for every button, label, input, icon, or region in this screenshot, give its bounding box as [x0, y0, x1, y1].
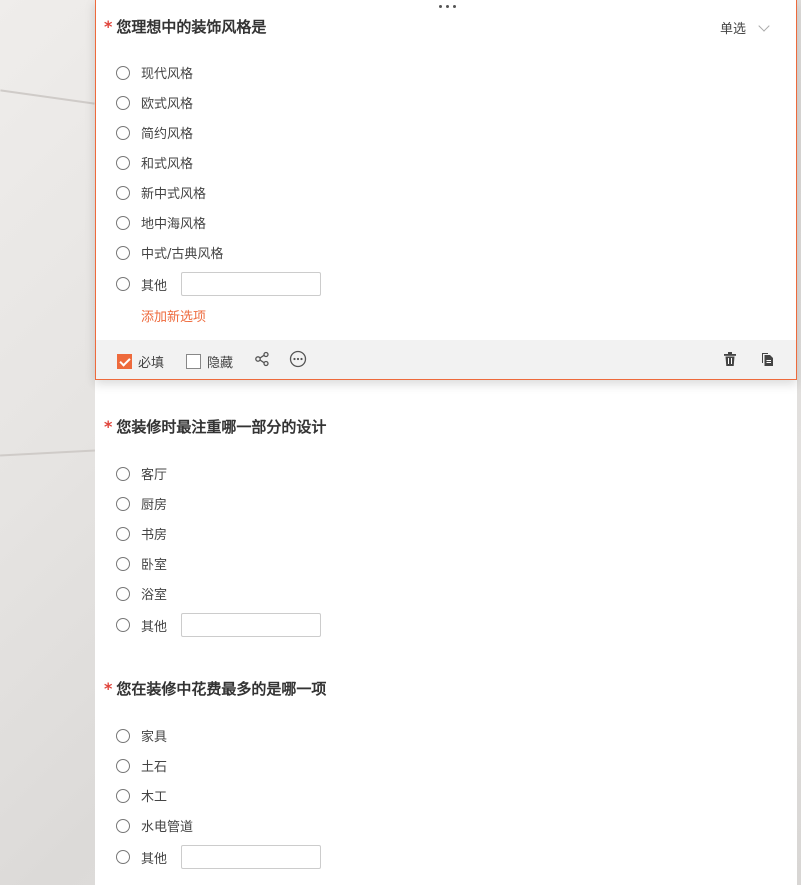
option-label: 其他	[141, 278, 168, 294]
option-label: 书房	[141, 528, 168, 543]
option-label: 卧室	[141, 558, 168, 573]
question-title: * 您在装修中花费最多的是哪一项	[104, 678, 326, 699]
option-item[interactable]: 和式风格	[116, 153, 193, 172]
background-texture	[0, 89, 95, 105]
hidden-label: 隐藏	[207, 356, 234, 371]
radio-button[interactable]	[116, 215, 130, 230]
question-title-text: 您装修时最注重哪一部分的设计	[116, 418, 327, 436]
option-label: 木工	[141, 790, 168, 805]
radio-button[interactable]	[116, 245, 130, 260]
drag-handle-icon[interactable]	[436, 0, 458, 8]
radio-button[interactable]	[116, 556, 130, 571]
radio-button[interactable]	[116, 65, 130, 80]
option-item[interactable]: 新中式风格	[116, 183, 206, 202]
option-label: 现代风格	[141, 67, 194, 82]
radio-button[interactable]	[116, 728, 130, 743]
radio-button[interactable]	[116, 95, 130, 110]
option-item[interactable]: 浴室	[116, 584, 167, 603]
option-label: 中式/古典风格	[141, 247, 224, 262]
question-title: * 您装修时最注重哪一部分的设计	[104, 416, 326, 437]
option-item[interactable]: 木工	[116, 786, 167, 805]
option-item[interactable]: 书房	[116, 524, 167, 543]
required-mark: *	[104, 679, 113, 698]
option-label: 浴室	[141, 588, 168, 603]
required-toggle[interactable]: 必填	[117, 352, 164, 371]
hidden-checkbox[interactable]	[186, 354, 201, 369]
option-item[interactable]: 欧式风格	[116, 93, 193, 112]
radio-button[interactable]	[116, 277, 130, 291]
radio-button[interactable]	[116, 466, 130, 481]
question-title: * 您理想中的装饰风格是	[104, 16, 266, 37]
option-label: 其他	[141, 851, 168, 867]
more-icon[interactable]	[289, 350, 307, 368]
logic-icon[interactable]	[254, 351, 270, 367]
option-item[interactable]: 厨房	[116, 494, 167, 513]
option-item[interactable]: 现代风格	[116, 63, 193, 82]
option-item-other[interactable]: 其他	[116, 845, 322, 869]
option-label: 欧式风格	[141, 97, 194, 112]
option-label: 水电管道	[141, 820, 194, 835]
radio-button[interactable]	[116, 496, 130, 511]
required-mark: *	[104, 17, 113, 36]
radio-button[interactable]	[116, 526, 130, 541]
add-option-link[interactable]: 添加新选项	[141, 306, 206, 325]
option-item[interactable]: 简约风格	[116, 123, 193, 142]
option-label: 客厅	[141, 468, 168, 483]
radio-button[interactable]	[116, 155, 130, 170]
option-label: 其他	[141, 619, 168, 635]
radio-button[interactable]	[116, 788, 130, 803]
other-text-input[interactable]	[181, 845, 322, 869]
option-item[interactable]: 家具	[116, 726, 167, 745]
required-mark: *	[104, 417, 113, 436]
option-label: 厨房	[141, 498, 168, 513]
other-text-input[interactable]	[181, 272, 322, 296]
background-texture	[0, 449, 95, 457]
question-toolbar: 必填 隐藏	[96, 340, 796, 379]
question-title-text: 您在装修中花费最多的是哪一项	[116, 680, 327, 698]
option-item-other[interactable]: 其他	[116, 613, 322, 637]
radio-button[interactable]	[116, 125, 130, 140]
option-item[interactable]: 水电管道	[116, 816, 193, 835]
option-label: 新中式风格	[141, 187, 207, 202]
hidden-toggle[interactable]: 隐藏	[186, 352, 233, 371]
question-type-select[interactable]: 单选	[720, 18, 770, 37]
trash-icon[interactable]	[722, 351, 738, 367]
radio-button[interactable]	[116, 618, 130, 632]
question-title-text: 您理想中的装饰风格是	[116, 18, 267, 36]
option-item[interactable]: 中式/古典风格	[116, 243, 223, 262]
radio-button[interactable]	[116, 850, 130, 864]
required-label: 必填	[138, 356, 165, 371]
option-item-other[interactable]: 其他	[116, 272, 322, 296]
option-item[interactable]: 土石	[116, 756, 167, 775]
radio-button[interactable]	[116, 758, 130, 773]
option-label: 地中海风格	[141, 217, 207, 232]
option-label: 土石	[141, 760, 168, 775]
option-item[interactable]: 地中海风格	[116, 213, 206, 232]
radio-button[interactable]	[116, 185, 130, 200]
copy-icon[interactable]	[759, 351, 775, 367]
chevron-down-icon	[758, 19, 770, 32]
option-label: 简约风格	[141, 127, 194, 142]
option-label: 家具	[141, 730, 168, 745]
option-item[interactable]: 客厅	[116, 464, 167, 483]
radio-button[interactable]	[116, 818, 130, 833]
option-item[interactable]: 卧室	[116, 554, 167, 573]
option-label: 和式风格	[141, 157, 194, 172]
radio-button[interactable]	[116, 586, 130, 601]
other-text-input[interactable]	[181, 613, 322, 637]
question-type-label: 单选	[720, 22, 747, 37]
required-checkbox[interactable]	[117, 354, 132, 369]
